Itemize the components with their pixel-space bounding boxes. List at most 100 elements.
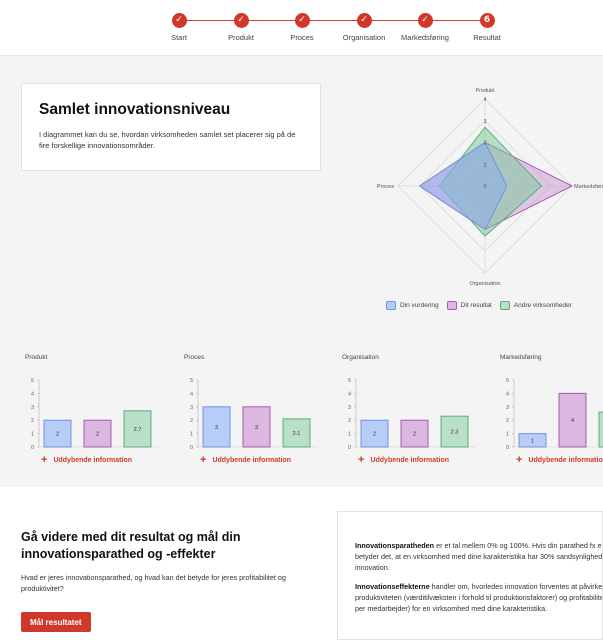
more-info-link[interactable]: + Uddybende information [516,454,603,466]
radar-tick-label: 3 [483,119,486,125]
bar-value-label: 2.7 [134,427,142,433]
bar-chart-svg: 0 1 2 3 4 5 2 2 2.3 [348,378,476,450]
progress-stepper: ✓ Start ✓ Produkt ✓ Proces ✓ Organisation ✓ Marke… [0,0,603,56]
bar-chart-produkt: 0 1 2 3 4 5 2 2 2.7 Produkt + Uddybende informati… [21,350,171,470]
info-paragraph: Innovationseffekterne handler om, hvorle… [355,581,602,614]
y-tick-label: 1 [348,432,351,438]
bar-value-label: 2.3 [451,430,459,436]
y-tick-label: 5 [348,378,351,384]
more-info-link[interactable]: + Uddybende information [41,454,132,466]
cta-title: Gå videre med dit resultat og mål din in… [21,530,241,561]
y-tick-label: 1 [506,432,509,438]
plus-icon: + [200,454,207,466]
bar-chart-svg: 0 1 2 3 4 5 2 2 2.7 [31,378,159,450]
y-tick-label: 2 [348,418,351,424]
bar-chart-proces: 0 1 2 3 4 5 3 3 2.1 Proces + Uddybende informatio… [180,350,330,470]
radar-legend: Din vurdering Dit resultat Andre virksom… [386,301,572,310]
cta-text: Hvad er jeres innovationsparathed, og hv… [21,573,286,593]
radar-tick-label: 4 [483,97,486,103]
legend-item-resultat[interactable]: Dit resultat [446,301,492,310]
radar-tick-label: 1 [483,162,486,168]
bar-chart-organisation: 0 1 2 3 4 5 2 2 2.3 Organisation + Uddybende info… [338,350,488,470]
radar-axis-label: Organisation [469,281,500,287]
checkmark-icon: ✓ [356,13,372,28]
bar-value-label: 2 [373,432,376,438]
chart-title: Organisation [342,354,379,361]
y-tick-label: 2 [506,418,509,424]
bar-chart-svg: 0 1 2 3 4 5 1 4 [506,378,603,450]
radar-axis-label: Markedsføring [574,184,603,190]
radar-tick-label: 0 [483,184,486,190]
page-title: Samlet innovationsniveau [39,101,231,118]
radar-tick-label: 2 [483,141,486,147]
y-tick-label: 5 [31,378,34,384]
info-term: Innovationsparatheden [355,541,435,550]
measure-result-button[interactable]: Mål resultatet [21,612,91,632]
bar-value-label: 3 [215,425,218,431]
checkmark-icon: ✓ [233,13,249,28]
info-paragraph: Innovationsparatheden er et tal mellem 0… [355,540,602,573]
checkmark-icon: ✓ [417,13,433,28]
checkmark-icon: ✓ [294,13,310,28]
y-tick-label: 3 [190,405,193,411]
y-tick-label: 4 [190,391,193,397]
more-info-label: Uddybende information [370,457,449,464]
y-tick-label: 2 [31,418,34,424]
y-tick-label: 5 [190,378,193,384]
legend-label: Dit resultat [460,302,492,309]
info-card: Innovationsparatheden er et tal mellem 0… [337,511,603,640]
bar-value-label: 2.1 [293,431,301,437]
y-tick-label: 0 [348,445,351,450]
chart-title: Proces [184,354,205,361]
y-tick-label: 4 [31,391,34,397]
y-tick-label: 1 [190,432,193,438]
radar-axis-label: Produkt [476,88,495,94]
legend-item-vurdering[interactable]: Din vurdering [386,301,439,310]
info-term: Innovationseffekterne [355,582,430,591]
legend-swatch [446,301,457,310]
y-tick-label: 5 [506,378,509,384]
more-info-link[interactable]: + Uddybende information [358,454,449,466]
more-info-label: Uddybende information [212,457,291,464]
legend-swatch [386,301,396,310]
bar-chart-markedsforing: 0 1 2 3 4 5 1 4 Markedsføring + Uddybende inform… [496,350,603,470]
bar-value-label: 1 [531,438,534,444]
y-tick-label: 0 [31,445,34,450]
legend-label: Andre virksomheder [513,302,572,309]
bar-value-label: 2 [56,432,59,438]
legend-swatch [499,301,510,310]
radar-axis-label: Proces [377,184,394,190]
bar-andre[interactable] [598,411,603,448]
more-info-link[interactable]: + Uddybende information [200,454,291,466]
bar-value-label: 3 [255,425,258,431]
plus-icon: + [41,454,48,466]
bar-value-label: 4 [571,418,574,424]
plus-icon: + [516,454,523,466]
bar-value-label: 2 [96,432,99,438]
y-tick-label: 4 [348,391,351,397]
y-tick-label: 0 [190,445,193,450]
checkmark-icon: ✓ [171,13,187,28]
legend-item-andre[interactable]: Andre virksomheder [499,301,572,310]
intro-text: I diagrammet kan du se, hvordan virksomh… [39,130,296,150]
y-tick-label: 0 [506,445,509,450]
intro-card: Samlet innovationsniveau I diagrammet ka… [21,83,321,171]
more-info-label: Uddybende information [528,457,603,464]
bottom-section: Gå videre med dit resultat og mål din in… [0,487,603,640]
radar-chart: 0 1 2 3 4 Produkt Markedsføring Organisation Pro… [377,88,603,287]
legend-label: Din vurdering [400,302,439,309]
y-tick-label: 4 [506,391,509,397]
plus-icon: + [358,454,365,466]
y-tick-label: 3 [31,405,34,411]
bar-value-label: 2 [413,432,416,438]
step-label: Resultat [473,33,501,42]
chart-title: Markedsføring [500,354,542,361]
y-tick-label: 1 [31,432,34,438]
y-tick-label: 2 [190,418,193,424]
more-info-label: Uddybende information [53,457,132,464]
chart-title: Produkt [25,354,48,361]
y-tick-label: 3 [348,405,351,411]
y-tick-label: 3 [506,405,509,411]
step-resultat[interactable]: 6 Resultat [442,13,532,42]
bar-chart-svg: 0 1 2 3 4 5 3 3 2.1 [190,378,318,450]
